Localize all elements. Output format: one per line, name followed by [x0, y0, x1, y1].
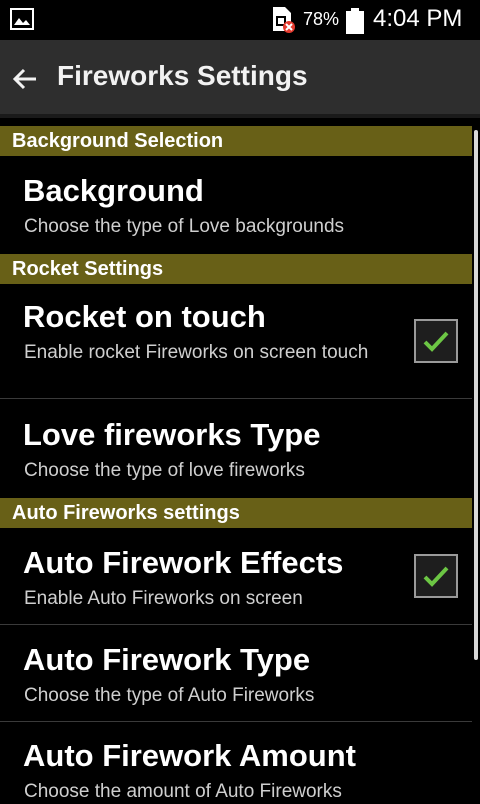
scrollbar[interactable]: [474, 130, 478, 660]
status-clock: 4:04 PM: [373, 5, 463, 32]
battery-percentage: 78%: [303, 9, 340, 29]
pref-title: Background: [23, 173, 204, 208]
divider: [0, 624, 472, 625]
pref-summary: Choose the amount of Auto Fireworks: [24, 781, 342, 802]
check-icon: [423, 331, 449, 352]
gallery-icon: [10, 8, 34, 30]
pref-title: Rocket on touch: [23, 299, 266, 334]
pref-summary: Enable Auto Fireworks on screen: [24, 588, 303, 609]
back-arrow-icon[interactable]: [10, 64, 40, 94]
section-header-auto-fireworks-settings: Auto Fireworks settings: [0, 498, 472, 528]
pref-summary: Choose the type of Auto Fireworks: [24, 685, 315, 706]
pref-summary: Choose the type of Love backgrounds: [24, 216, 345, 237]
no-sim-icon: [273, 7, 295, 33]
status-bar: 78% 4:04 PM: [0, 0, 480, 40]
section-header-background-selection: Background Selection: [0, 126, 472, 156]
pref-title: Auto Firework Type: [23, 642, 311, 677]
divider: [0, 721, 472, 722]
divider: [0, 398, 472, 399]
section-header-rocket-settings: Rocket Settings: [0, 254, 472, 284]
action-bar: Fireworks Settings: [0, 40, 480, 118]
page-title: Fireworks Settings: [57, 60, 308, 91]
check-icon: [423, 566, 449, 587]
pref-summary: Enable rocket Fireworks on screen touch: [24, 342, 369, 363]
rocket-on-touch-checkbox[interactable]: [414, 319, 458, 363]
battery-icon: [346, 8, 364, 34]
auto-firework-effects-checkbox[interactable]: [414, 554, 458, 598]
pref-title: Auto Firework Amount: [23, 738, 356, 773]
pref-title: Love fireworks Type: [23, 417, 321, 452]
pref-summary: Choose the type of love fireworks: [24, 460, 305, 481]
pref-title: Auto Firework Effects: [23, 545, 344, 580]
